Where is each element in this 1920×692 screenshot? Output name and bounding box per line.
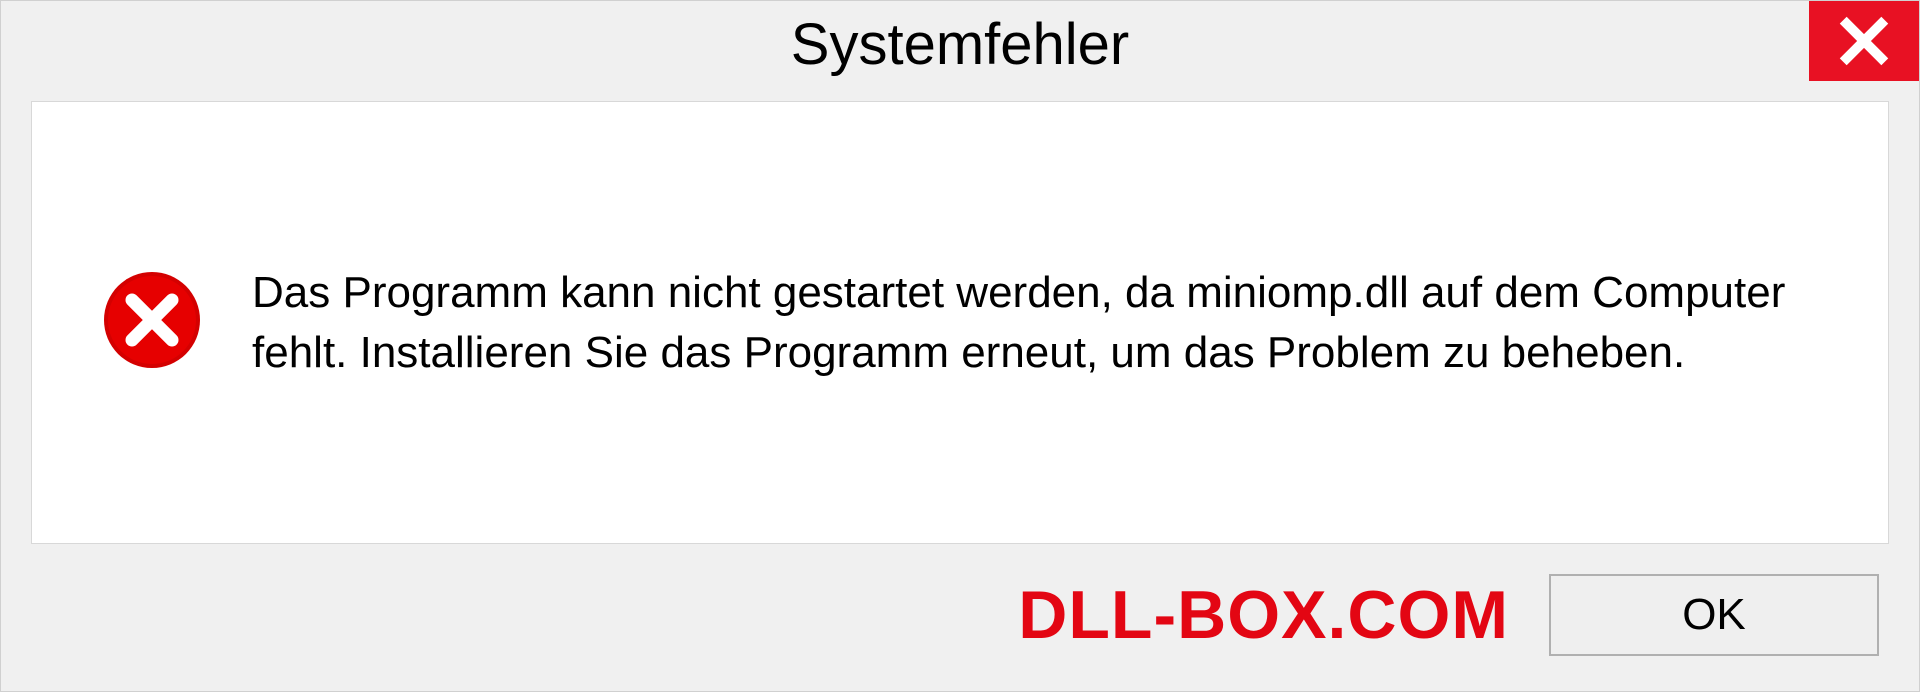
dialog-footer: DLL-BOX.COM OK	[1, 544, 1919, 691]
dialog-title: Systemfehler	[791, 11, 1129, 78]
error-circle-icon	[102, 270, 202, 370]
watermark-text: DLL-BOX.COM	[1018, 576, 1509, 654]
content-area: Das Programm kann nicht gestartet werden…	[31, 101, 1889, 544]
ok-button-label: OK	[1682, 590, 1746, 640]
error-icon-wrap	[102, 270, 202, 375]
close-icon	[1838, 15, 1890, 67]
close-button[interactable]	[1809, 1, 1919, 81]
error-dialog: Systemfehler Das Programm kann nicht ges…	[0, 0, 1920, 692]
error-message: Das Programm kann nicht gestartet werden…	[252, 263, 1818, 382]
titlebar: Systemfehler	[1, 1, 1919, 91]
ok-button[interactable]: OK	[1549, 574, 1879, 656]
